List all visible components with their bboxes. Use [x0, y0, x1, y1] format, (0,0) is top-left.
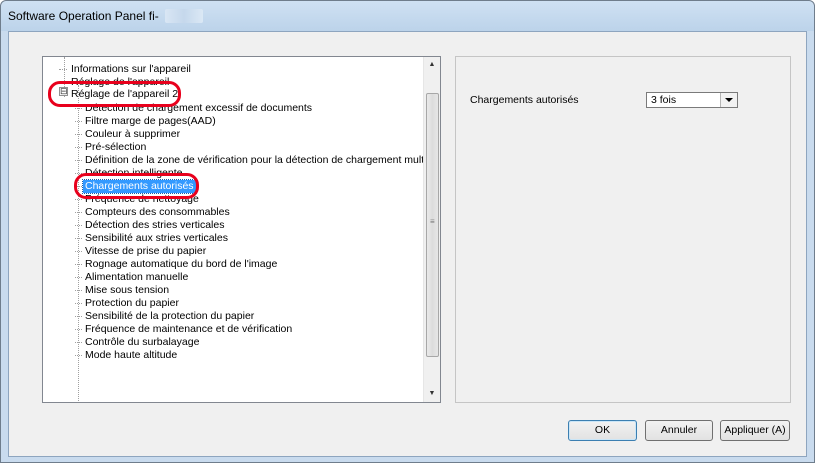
redacted-model-name: [165, 9, 203, 23]
tree-item-high-altitude-mode[interactable]: Mode haute altitude: [74, 349, 179, 362]
title-bar[interactable]: Software Operation Panel fi-: [1, 1, 814, 31]
tree-item-multifeed-area[interactable]: Définition de la zone de vérification po…: [74, 154, 424, 167]
settings-tree[interactable]: Informations sur l'appareil Réglage de l…: [42, 56, 441, 403]
tree-item-pick-retries[interactable]: Chargements autorisés: [75, 179, 197, 194]
setting-label: Chargements autorisés: [470, 94, 579, 106]
tree-item-streak-detection[interactable]: Détection des stries verticales: [74, 219, 226, 232]
tree-item-page-edge-filter[interactable]: Filtre marge de pages(AAD): [75, 115, 218, 128]
tree-item-pre-pick[interactable]: Pré-sélection: [74, 141, 148, 154]
grip-icon: ≡: [430, 217, 435, 226]
settings-panel: Chargements autorisés 3 fois: [455, 56, 791, 403]
dropdown-value: 3 fois: [651, 94, 677, 106]
tree-item-dropout-color[interactable]: Couleur à supprimer: [74, 128, 182, 141]
scroll-down-icon[interactable]: ▼: [424, 386, 440, 402]
chevron-down-icon[interactable]: [720, 93, 737, 107]
tree-item-streak-sensitivity[interactable]: Sensibilité aux stries verticales: [75, 232, 230, 245]
tree-item-manual-feed[interactable]: Alimentation manuelle: [74, 271, 190, 284]
apply-button[interactable]: Appliquer (A): [720, 420, 790, 441]
tree-item-overfeed-detection[interactable]: Détection de chargement excessif de docu…: [74, 102, 314, 115]
window-title: Software Operation Panel fi-: [8, 9, 159, 23]
tree-item-consumable-counters[interactable]: Compteurs des consommables: [75, 206, 232, 219]
pick-retries-dropdown[interactable]: 3 fois: [646, 92, 738, 108]
scroll-up-icon[interactable]: ▲: [424, 57, 440, 73]
tree-item-intelligent-detection[interactable]: Détection intelligente: [74, 167, 184, 180]
tree-item-cleaning-cycle[interactable]: Fréquence de nettoyage: [75, 193, 201, 206]
tree-item-device-settings-2[interactable]: Réglage de l'appareil 2: [69, 88, 180, 101]
dialog-client-area: Informations sur l'appareil Réglage de l…: [8, 31, 807, 457]
scroll-thumb[interactable]: ≡: [426, 93, 439, 357]
tree-item-pick-speed[interactable]: Vitesse de prise du papier: [74, 245, 208, 258]
tree-scrollbar[interactable]: ▲ ≡ ▼: [423, 57, 440, 402]
tree-item-paper-protection-sensitivity[interactable]: Sensibilité de la protection du papier: [74, 310, 256, 323]
tree-item-edge-cropping[interactable]: Rognage automatique du bord de l'image: [74, 258, 279, 271]
tree-item-overscan-control[interactable]: Contrôle du surbalayage: [74, 336, 201, 349]
cancel-button[interactable]: Annuler: [645, 420, 713, 441]
collapse-icon[interactable]: ⊟: [59, 87, 68, 96]
tree-content: Informations sur l'appareil Réglage de l…: [43, 57, 424, 402]
tree-item-paper-protection[interactable]: Protection du papier: [75, 297, 181, 310]
tree-item-maintenance-frequency[interactable]: Fréquence de maintenance et de vérificat…: [74, 323, 294, 336]
ok-button[interactable]: OK: [568, 420, 637, 441]
main-window: Software Operation Panel fi- Information…: [0, 0, 815, 463]
tree-item-power-on[interactable]: Mise sous tension: [74, 284, 171, 297]
tree-item-device-info[interactable]: Informations sur l'appareil: [59, 63, 193, 76]
